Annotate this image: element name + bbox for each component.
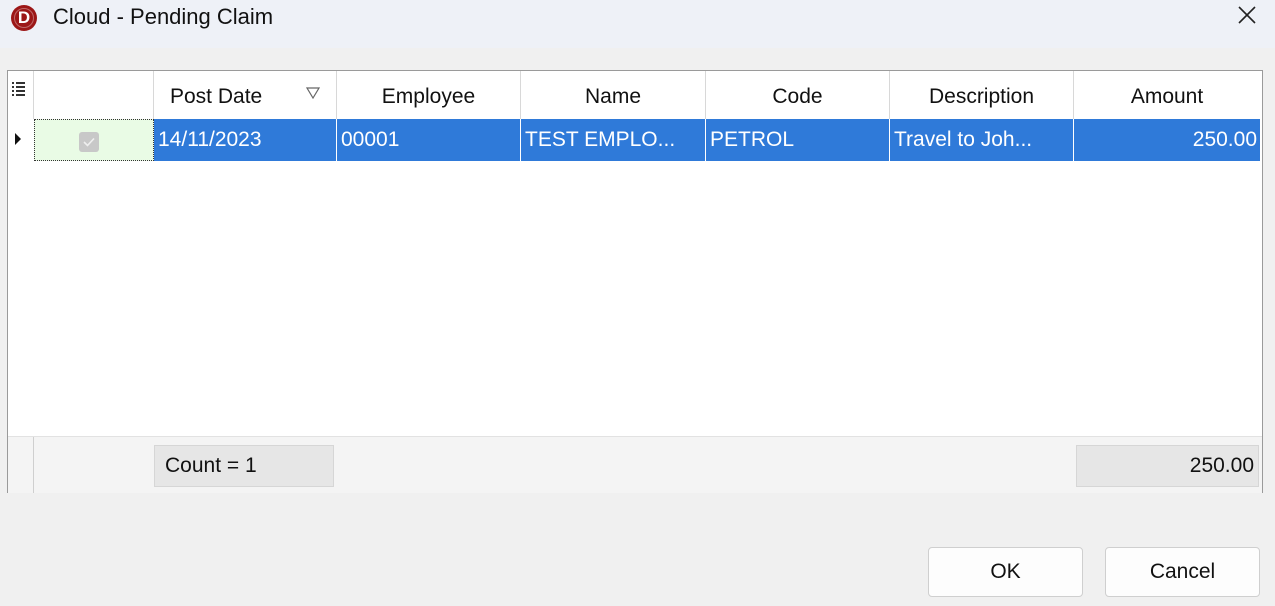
cancel-button[interactable]: Cancel [1105, 547, 1260, 597]
pending-claim-dialog: D Cloud - Pending Claim Post Date Employ… [0, 0, 1275, 606]
sort-descending-icon[interactable] [306, 87, 320, 99]
app-logo-icon: D [11, 5, 37, 31]
cell-description[interactable]: Travel to Joh... [890, 119, 1074, 161]
ok-button[interactable]: OK [928, 547, 1083, 597]
grid-footer: Count = 1 250.00 [8, 436, 1262, 493]
app-logo-letter: D [17, 8, 31, 27]
column-header-select[interactable] [34, 71, 154, 119]
column-header-label: Name [584, 85, 642, 108]
cell-employee[interactable]: 00001 [337, 119, 521, 161]
claims-grid: Post Date Employee Name Code Description… [7, 70, 1263, 493]
column-header-label: Code [772, 85, 823, 108]
current-row-arrow-icon [15, 133, 21, 145]
cell-amount[interactable]: 250.00 [1074, 119, 1260, 161]
title-bar: D Cloud - Pending Claim [0, 0, 1275, 48]
window-title: Cloud - Pending Claim [53, 4, 274, 29]
cell-code[interactable]: PETROL [706, 119, 890, 161]
column-header-label: Post Date [170, 85, 263, 108]
checkmark-icon [83, 137, 95, 147]
column-header-name[interactable]: Name [521, 71, 706, 119]
column-header-amount[interactable]: Amount [1074, 71, 1260, 119]
column-chooser-icon [12, 82, 25, 96]
column-header-label: Employee [381, 85, 476, 108]
cell-post-date[interactable]: 14/11/2023 [154, 119, 337, 161]
column-header-label: Amount [1130, 85, 1204, 108]
grid-header: Post Date Employee Name Code Description… [8, 71, 1262, 119]
footer-count: Count = 1 [154, 445, 334, 487]
footer-indicator-strip [8, 437, 34, 493]
column-header-description[interactable]: Description [890, 71, 1074, 119]
table-row[interactable]: 14/11/2023 00001 TEST EMPLO... PETROL Tr… [8, 119, 1262, 161]
footer-amount-total: 250.00 [1076, 445, 1259, 487]
row-checkbox[interactable] [79, 132, 99, 152]
close-icon [1238, 6, 1256, 24]
row-indicator [8, 119, 34, 161]
column-header-code[interactable]: Code [706, 71, 890, 119]
column-header-employee[interactable]: Employee [337, 71, 521, 119]
cell-name[interactable]: TEST EMPLO... [521, 119, 706, 161]
select-cell[interactable] [34, 119, 154, 161]
close-button[interactable] [1215, 0, 1275, 34]
column-chooser-button[interactable] [8, 71, 34, 119]
column-header-label: Description [928, 85, 1035, 108]
